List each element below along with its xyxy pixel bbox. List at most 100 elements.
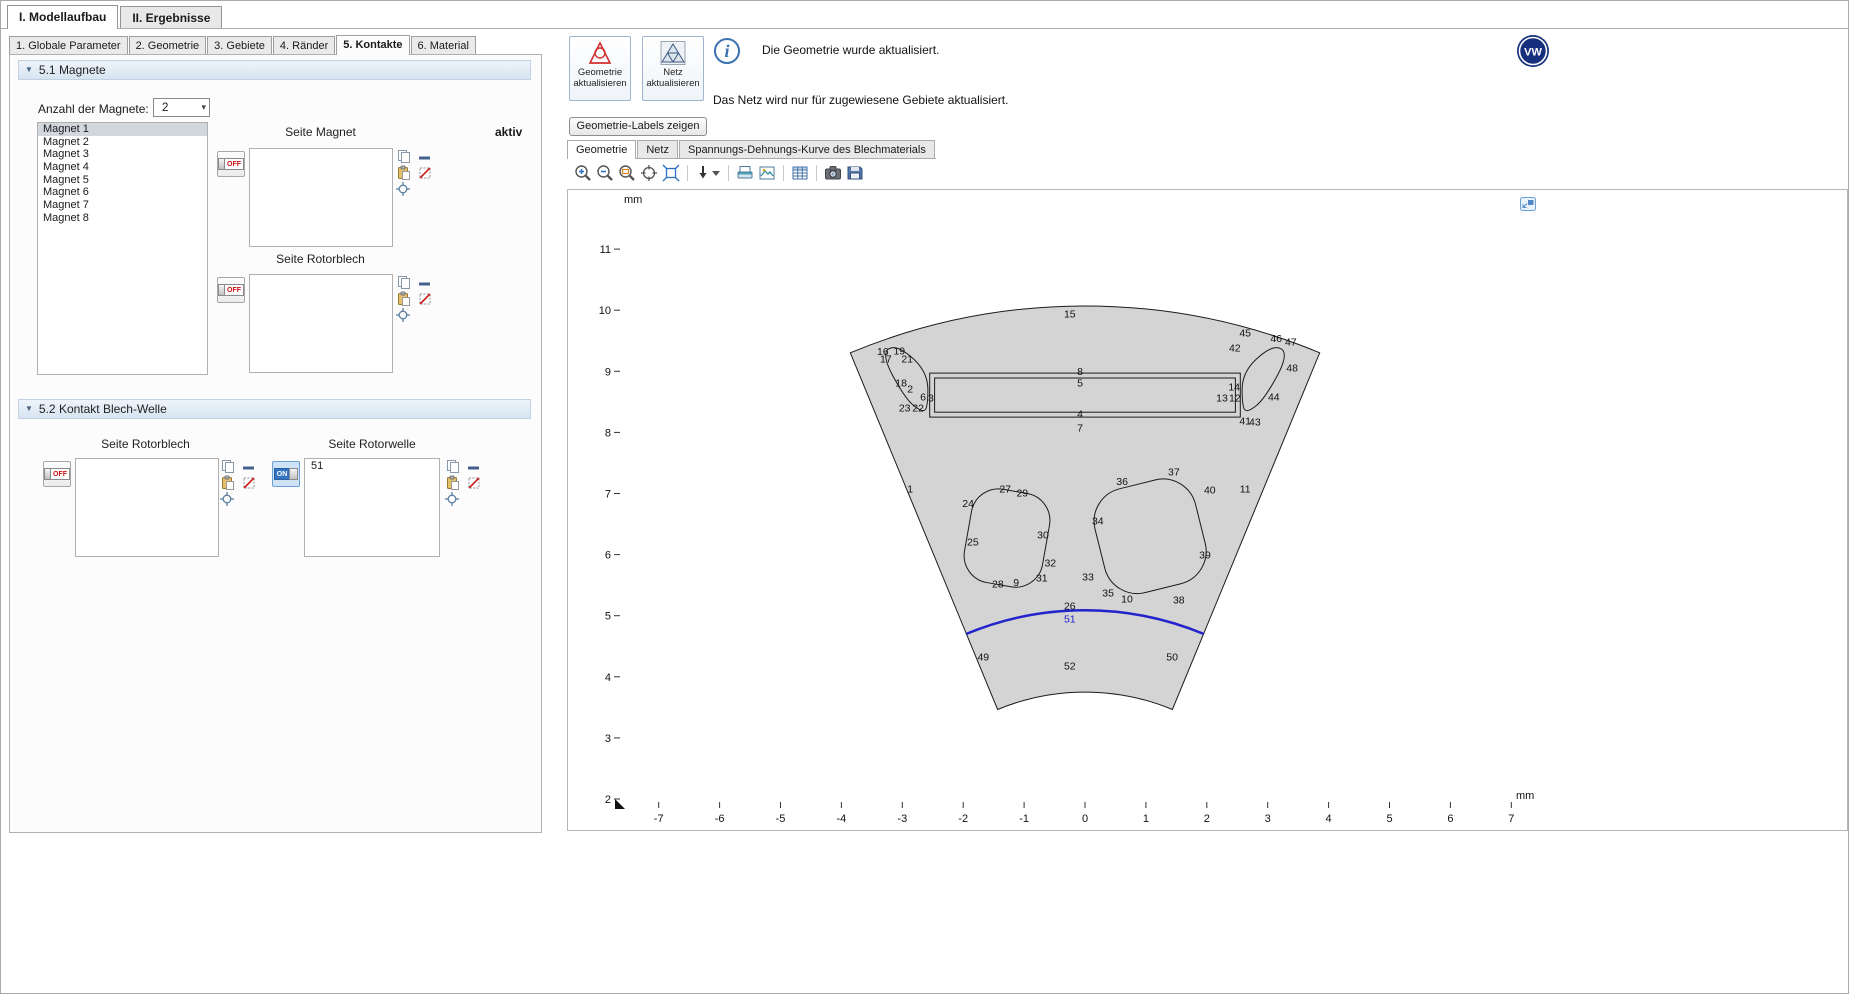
export-image-icon[interactable] <box>757 163 777 183</box>
zoom-to-selection-icon[interactable] <box>395 181 411 197</box>
toggle-knob-icon <box>218 284 225 296</box>
anzahl-magnete-select[interactable]: 2 ▾ <box>153 98 210 117</box>
section-header-magnete[interactable]: ▼ 5.1 Magnete <box>18 60 531 80</box>
magnet-list-item[interactable]: Magnet 2 <box>38 136 207 149</box>
tab-6-material[interactable]: 6. Material <box>411 36 476 54</box>
paste-selection-icon[interactable] <box>220 475 236 491</box>
svg-text:1: 1 <box>1143 813 1149 825</box>
paste-selection-icon[interactable] <box>396 165 412 181</box>
export-plot-icon[interactable] <box>735 163 755 183</box>
svg-text:-6: -6 <box>715 813 725 825</box>
magnet-list[interactable]: Magnet 1 Magnet 2 Magnet 3 Magnet 4 Magn… <box>37 122 208 375</box>
tab-3-gebiete[interactable]: 3. Gebiete <box>207 36 272 54</box>
magnet-list-item[interactable]: Magnet 4 <box>38 161 207 174</box>
orientation-dropdown-icon[interactable] <box>694 163 722 183</box>
main-tabbar: I. Modellaufbau II. Ergebnisse <box>7 5 224 28</box>
remove-selection-icon[interactable] <box>466 460 482 476</box>
seite-rotorblech-toggle[interactable]: OFF <box>217 277 245 303</box>
svg-text:35: 35 <box>1102 588 1114 600</box>
magnet-list-item[interactable]: Magnet 7 <box>38 199 207 212</box>
magnet-list-item[interactable]: Magnet 6 <box>38 186 207 199</box>
svg-text:7: 7 <box>1508 813 1514 825</box>
copy-selection-icon[interactable] <box>396 274 412 290</box>
status-message-geometry: Die Geometrie wurde aktualisiert. <box>762 43 939 57</box>
paste-selection-icon[interactable] <box>445 475 461 491</box>
tab-modellaufbau[interactable]: I. Modellaufbau <box>7 5 118 29</box>
svg-text:34: 34 <box>1092 516 1104 528</box>
svg-text:6: 6 <box>1447 813 1453 825</box>
svg-text:3: 3 <box>1265 813 1271 825</box>
clear-selection-icon[interactable] <box>241 475 257 491</box>
zoom-to-selection-icon[interactable] <box>219 491 235 507</box>
clear-selection-icon[interactable] <box>417 291 433 307</box>
kontakt-rotorwelle-selection-list[interactable]: 51 <box>304 458 440 557</box>
detach-plot-icon[interactable] <box>1520 197 1536 211</box>
copy-selection-icon[interactable] <box>396 148 412 164</box>
svg-text:5: 5 <box>1077 377 1083 389</box>
kontakt-rotorwelle-toggle[interactable]: ON <box>272 461 300 487</box>
magnet-list-item[interactable]: Magnet 5 <box>38 174 207 187</box>
remove-selection-icon[interactable] <box>417 150 433 166</box>
svg-text:43: 43 <box>1249 417 1261 429</box>
kontakt-rotorblech-title: Seite Rotorblech <box>74 437 217 451</box>
clear-selection-icon[interactable] <box>466 475 482 491</box>
remove-selection-icon[interactable] <box>417 276 433 292</box>
tab-1-globale-parameter[interactable]: 1. Globale Parameter <box>9 36 128 54</box>
svg-text:27: 27 <box>999 484 1011 496</box>
zoom-extents-icon[interactable] <box>661 163 681 183</box>
zoom-to-selection-icon[interactable] <box>395 307 411 323</box>
kontakt-rotorblech-toggle[interactable]: OFF <box>43 461 71 487</box>
svg-text:12: 12 <box>1229 393 1241 405</box>
zoom-to-selection-icon[interactable] <box>444 491 460 507</box>
tab-5-kontakte[interactable]: 5. Kontakte <box>336 35 409 55</box>
grid-icon[interactable] <box>790 163 810 183</box>
seite-magnet-title: Seite Magnet <box>249 125 392 139</box>
copy-selection-icon[interactable] <box>445 458 461 474</box>
magnet-list-item[interactable]: Magnet 8 <box>38 212 207 225</box>
svg-text:46: 46 <box>1270 333 1282 345</box>
svg-text:-2: -2 <box>958 813 968 825</box>
svg-text:45: 45 <box>1239 327 1251 339</box>
svg-text:4: 4 <box>1077 409 1083 421</box>
svg-text:29: 29 <box>1016 487 1028 499</box>
svg-text:25: 25 <box>967 536 979 548</box>
tab-2-geometrie[interactable]: 2. Geometrie <box>129 36 207 54</box>
reset-view-icon[interactable] <box>639 163 659 183</box>
seite-rotorblech-selection-list[interactable] <box>249 274 393 373</box>
toolbar-separator <box>687 165 688 181</box>
kontakt-rotorblech-selection-list[interactable] <box>75 458 219 557</box>
selection-item[interactable]: 51 <box>305 459 439 474</box>
svg-text:33: 33 <box>1082 572 1094 584</box>
left-panel-tabbar: 1. Globale Parameter 2. Geometrie 3. Geb… <box>9 35 477 54</box>
remove-selection-icon[interactable] <box>241 460 257 476</box>
zoom-box-icon[interactable] <box>617 163 637 183</box>
clear-selection-icon[interactable] <box>417 165 433 181</box>
svg-text:18: 18 <box>895 377 907 389</box>
copy-selection-icon[interactable] <box>220 458 236 474</box>
show-geometry-labels-button[interactable]: Geometrie-Labels zeigen <box>569 117 707 136</box>
svg-text:6: 6 <box>605 550 611 562</box>
tab-spannungs-dehnungs-kurve[interactable]: Spannungs-Dehnungs-Kurve des Blechmateri… <box>679 140 935 158</box>
tab-ergebnisse[interactable]: II. Ergebnisse <box>120 6 222 28</box>
zoom-in-icon[interactable] <box>573 163 593 183</box>
seite-magnet-selection-list[interactable] <box>249 148 393 247</box>
update-mesh-button[interactable]: Netz aktualisieren <box>642 36 704 101</box>
save-icon[interactable] <box>845 163 865 183</box>
magnet-list-item[interactable]: Magnet 3 <box>38 148 207 161</box>
paste-selection-icon[interactable] <box>396 291 412 307</box>
zoom-out-icon[interactable] <box>595 163 615 183</box>
svg-text:44: 44 <box>1268 392 1280 404</box>
svg-text:8: 8 <box>605 427 611 439</box>
anzahl-magnete-label: Anzahl der Magnete: <box>38 102 149 116</box>
svg-text:39: 39 <box>1199 550 1211 562</box>
magnet-list-item[interactable]: Magnet 1 <box>38 123 207 136</box>
update-geometry-button[interactable]: Geometrie aktualisieren <box>569 36 631 101</box>
graphics-canvas[interactable]: -7-6-5-4-3-2-101234567234567891011154546… <box>567 189 1848 831</box>
svg-text:2: 2 <box>907 384 913 396</box>
section-header-kontakt[interactable]: ▼ 5.2 Kontakt Blech-Welle <box>18 399 531 419</box>
tab-geometrie[interactable]: Geometrie <box>567 140 636 159</box>
tab-4-raender[interactable]: 4. Ränder <box>273 36 335 54</box>
tab-netz[interactable]: Netz <box>637 140 678 158</box>
camera-icon[interactable] <box>823 163 843 183</box>
seite-magnet-toggle[interactable]: OFF <box>217 151 245 177</box>
